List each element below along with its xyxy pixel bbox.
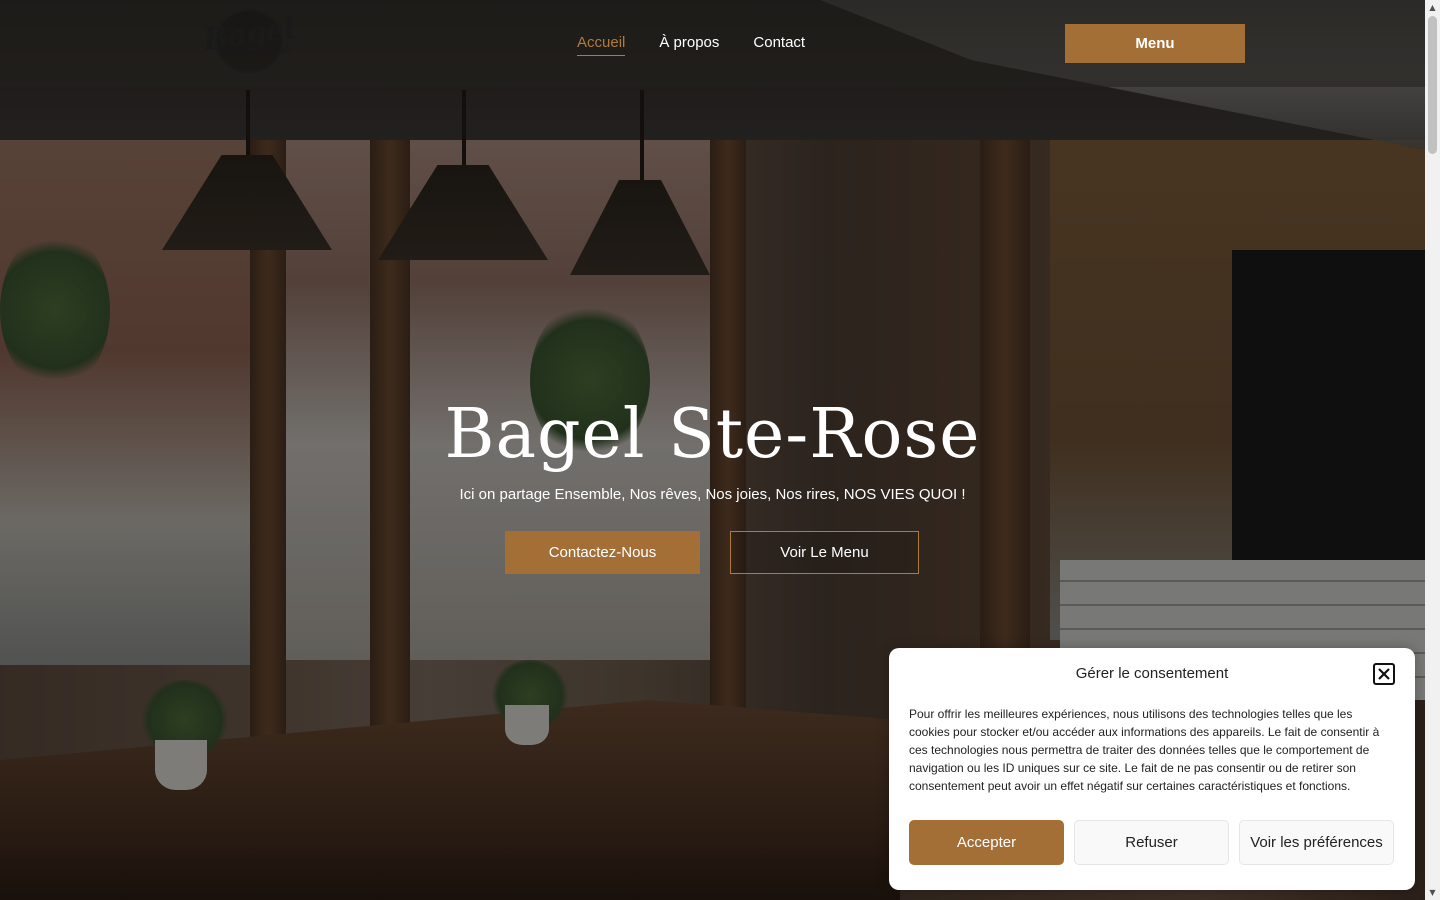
page-scrollbar[interactable]: ▲ ▼ — [1425, 0, 1440, 900]
nav-item-accueil[interactable]: Accueil — [577, 34, 626, 56]
site-header: 1987 Bagel STE-ROSE Accueil À propos Con… — [0, 0, 1425, 87]
consent-title: Gérer le consentement — [1075, 665, 1229, 682]
scroll-up-arrow-icon[interactable]: ▲ — [1425, 0, 1440, 15]
cookie-consent-dialog: Gérer le consentement Pour offrir les me… — [889, 648, 1415, 890]
close-consent-button[interactable] — [1373, 663, 1395, 685]
close-icon — [1378, 668, 1390, 680]
consent-message: Pour offrir les meilleures expériences, … — [909, 707, 1380, 793]
accept-cookies-button[interactable]: Accepter — [909, 820, 1064, 865]
scrollbar-thumb[interactable] — [1428, 16, 1437, 154]
contact-us-button[interactable]: Contactez-Nous — [505, 531, 700, 574]
nav-item-contact[interactable]: Contact — [753, 34, 805, 56]
hero-subtitle: Ici on partage Ensemble, Nos rêves, Nos … — [459, 486, 966, 503]
view-preferences-button[interactable]: Voir les préférences — [1239, 820, 1394, 865]
hero-title: Bagel Ste-Rose — [444, 395, 981, 474]
menu-button[interactable]: Menu — [1065, 24, 1245, 63]
page: 1987 Bagel STE-ROSE Accueil À propos Con… — [0, 0, 1440, 900]
site-logo[interactable]: 1987 Bagel STE-ROSE — [201, 9, 296, 73]
nav-item-a-propos[interactable]: À propos — [659, 34, 719, 56]
view-menu-button[interactable]: Voir Le Menu — [730, 531, 919, 574]
main-nav: Accueil À propos Contact — [577, 34, 805, 56]
refuse-cookies-button[interactable]: Refuser — [1074, 820, 1229, 865]
scroll-down-arrow-icon[interactable]: ▼ — [1425, 885, 1440, 900]
